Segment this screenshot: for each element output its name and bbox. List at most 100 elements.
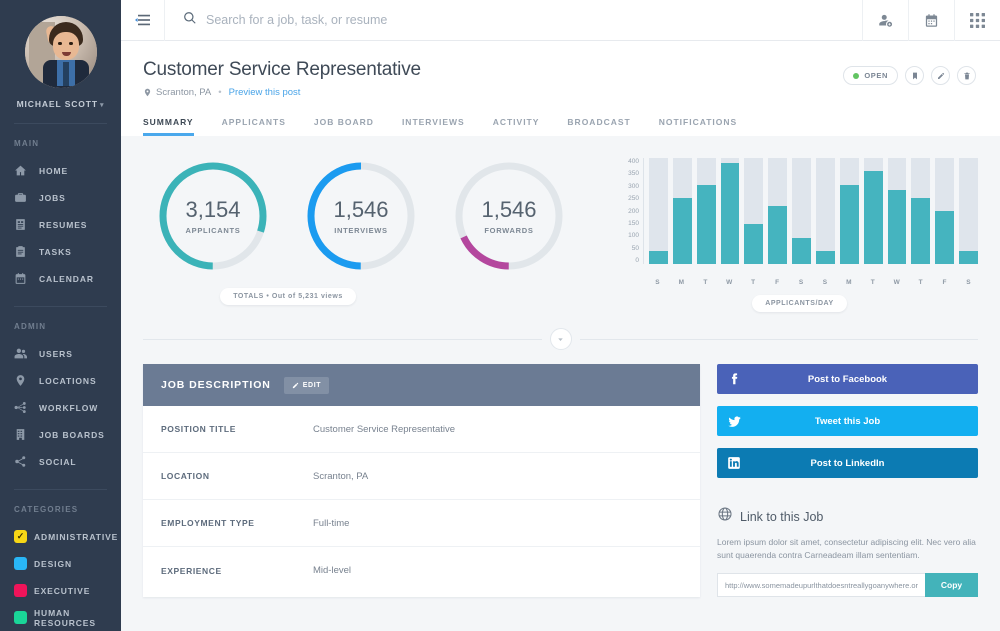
avatar[interactable]: [24, 16, 97, 88]
sidebar: MICHAEL SCOTT ▾ MAIN HOME JOBS RESUMES TA…: [0, 0, 121, 631]
right-column: Post to Facebook Tweet this Job Post to …: [717, 364, 978, 598]
bar-chart-plot: [643, 158, 979, 264]
calendar-icon[interactable]: [908, 0, 954, 41]
donut-center-text: 1,546 FORWARDS: [451, 158, 567, 274]
sidebar-item-home[interactable]: HOME: [0, 157, 121, 184]
edit-button[interactable]: [931, 66, 950, 85]
add-user-icon[interactable]: [862, 0, 908, 41]
user-menu[interactable]: MICHAEL SCOTT ▾: [0, 99, 121, 109]
sidebar-section-categories-label: CATEGORIES: [14, 505, 79, 514]
tab-applicants[interactable]: APPLICANTS: [222, 117, 286, 136]
sidebar-item-tasks[interactable]: TASKS: [0, 238, 121, 265]
page-subtitle: Scranton, PA • Preview this post: [143, 87, 976, 98]
calendar-icon: [14, 272, 32, 285]
resume-icon: [14, 218, 32, 231]
bar-column: [839, 158, 859, 264]
bar: [816, 250, 835, 264]
tab-summary[interactable]: SUMMARY: [143, 117, 194, 136]
bar-chart-x-axis: SMTWTFSSMTWTFS: [621, 279, 978, 286]
sidebar-item-jobs[interactable]: JOBS: [0, 184, 121, 211]
chart-chip-wrap: APPLICANTS/DAY: [621, 295, 978, 312]
preview-post-link[interactable]: Preview this post: [229, 87, 301, 98]
map-pin-icon: [14, 374, 32, 387]
donut-label: INTERVIEWS: [334, 226, 388, 235]
link-card-title: Link to this Job: [740, 509, 824, 524]
tweet-this-job-button[interactable]: Tweet this Job: [717, 406, 978, 436]
bar: [935, 211, 955, 264]
x-tick-label: S: [655, 279, 660, 286]
job-description-header: JOB DESCRIPTION EDIT: [143, 364, 700, 406]
donut-forwards: 1,546 FORWARDS: [439, 158, 579, 274]
sidebar-item-social[interactable]: SOCIAL: [0, 448, 121, 475]
bar: [672, 197, 692, 264]
sidebar-item-users[interactable]: USERS: [0, 340, 121, 367]
tab-bar: SUMMARY APPLICANTS JOB BOARD INTERVIEWS …: [143, 117, 976, 136]
sidebar-item-locations[interactable]: LOCATIONS: [0, 367, 121, 394]
bookmark-button[interactable]: [905, 66, 924, 85]
link-card-header: Link to this Job: [717, 506, 978, 527]
divider-line: [143, 338, 542, 340]
bar-column: [649, 158, 668, 264]
sidebar-category-administrative[interactable]: ✓ ADMINISTRATIVE: [0, 523, 121, 550]
chevron-down-icon: ▾: [100, 102, 105, 109]
facebook-icon: [717, 372, 751, 386]
sidebar-item-label: JOB BOARDS: [39, 429, 105, 440]
chevron-down-icon[interactable]: [549, 328, 572, 350]
sidebar-category-design[interactable]: DESIGN: [0, 550, 121, 577]
post-to-linkedin-button[interactable]: Post to LinkedIn: [717, 448, 978, 478]
tab-notifications[interactable]: NOTIFICATIONS: [659, 117, 737, 136]
row-label: LOCATION: [161, 471, 210, 481]
bar: [720, 163, 740, 264]
x-tick-label: T: [703, 279, 708, 286]
sidebar-item-calendar[interactable]: CALENDAR: [0, 265, 121, 292]
linkedin-icon: [717, 456, 751, 470]
apps-grid-icon[interactable]: [954, 0, 1000, 41]
search-input[interactable]: [206, 13, 566, 27]
button-label: Post to LinkedIn: [810, 457, 885, 469]
sidebar-item-workflow[interactable]: WORKFLOW: [0, 394, 121, 421]
users-icon: [14, 347, 32, 360]
sidebar-item-label: TASKS: [39, 246, 72, 257]
bar: [744, 224, 764, 264]
post-to-facebook-button[interactable]: Post to Facebook: [717, 364, 978, 394]
edit-job-description-button[interactable]: EDIT: [283, 376, 330, 394]
x-tick-label: M: [678, 279, 685, 286]
delete-button[interactable]: [957, 66, 976, 85]
row-label: EXPERIENCE: [161, 565, 222, 576]
tab-job-board[interactable]: JOB BOARD: [314, 117, 374, 136]
y-tick-label: 350: [628, 170, 639, 178]
page-header-actions: OPEN: [843, 66, 976, 85]
donut-label: FORWARDS: [484, 226, 534, 235]
status-label: OPEN: [864, 71, 888, 80]
tab-broadcast[interactable]: BROADCAST: [567, 117, 630, 136]
y-tick-label: 300: [628, 182, 639, 190]
bar: [792, 237, 812, 264]
hamburger-icon[interactable]: [121, 0, 165, 41]
top-actions: [862, 0, 1000, 41]
globe-icon: [717, 506, 733, 527]
bar-column: [911, 158, 931, 264]
sidebar-category-executive[interactable]: EXECUTIVE: [0, 577, 121, 604]
totals-chip-wrap: TOTALS • Out of 5,231 views: [143, 288, 433, 305]
y-tick-label: 50: [631, 244, 639, 252]
totals-chip: TOTALS • Out of 5,231 views: [220, 288, 356, 305]
tab-interviews[interactable]: INTERVIEWS: [402, 117, 465, 136]
category-color-swatch: [14, 557, 27, 570]
sidebar-item-resumes[interactable]: RESUMES: [0, 211, 121, 238]
user-name-label: MICHAEL SCOTT: [16, 99, 98, 109]
building-icon: [14, 428, 32, 441]
sidebar-category-human-resources[interactable]: HUMAN RESOURCES: [0, 604, 121, 631]
x-tick-label: W: [726, 279, 733, 286]
y-tick-label: 200: [628, 207, 639, 215]
sidebar-item-job-boards[interactable]: JOB BOARDS: [0, 421, 121, 448]
job-url-input[interactable]: [717, 573, 925, 598]
bar-column: [792, 158, 812, 264]
x-tick-label: F: [775, 279, 780, 286]
map-pin-icon: [143, 88, 152, 97]
pencil-icon: [292, 382, 298, 388]
tab-activity[interactable]: ACTIVITY: [493, 117, 540, 136]
donut-label: APPLICANTS: [185, 226, 241, 235]
donut-value: 3,154: [185, 197, 241, 222]
status-badge[interactable]: OPEN: [843, 66, 898, 85]
copy-button[interactable]: Copy: [925, 573, 978, 598]
